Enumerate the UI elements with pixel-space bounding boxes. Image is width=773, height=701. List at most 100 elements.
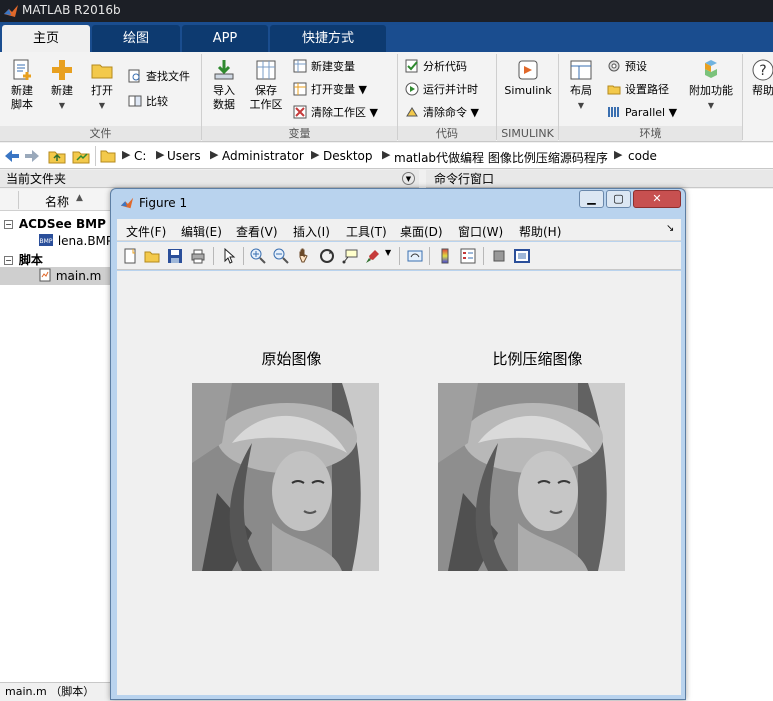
up-folder-icon[interactable]: [48, 148, 66, 164]
menu-desktop[interactable]: 桌面(D): [400, 223, 443, 240]
breadcrumb-item[interactable]: Administrator: [222, 149, 304, 163]
new-variable-button[interactable]: 新建变量: [293, 58, 355, 76]
zoom-out-icon[interactable]: [273, 248, 289, 264]
file-item-main[interactable]: main.m: [0, 267, 111, 285]
save-icon[interactable]: [167, 248, 183, 264]
current-folder-pane: 名称 ▲ − ACDSee BMP 图 BMP lena.BMP − 脚本 ma…: [0, 189, 122, 682]
pointer-icon[interactable]: [221, 248, 237, 264]
tab-bar: 主页 绘图 APP 快捷方式: [0, 22, 773, 52]
colorbar-icon[interactable]: [437, 248, 453, 264]
chevron-down-icon: ▼: [707, 101, 715, 110]
breadcrumb-item[interactable]: C:: [134, 149, 146, 163]
clear-commands-icon: [406, 107, 418, 117]
dock-arrow-icon[interactable]: ↘: [666, 223, 674, 234]
gear-icon: [608, 60, 620, 72]
chevron-down-icon: ▼: [98, 101, 106, 110]
add-ons-icon: [705, 60, 717, 78]
clear-commands-button[interactable]: 清除命令 ▼: [405, 104, 479, 122]
preferences-button[interactable]: 预设: [607, 58, 647, 76]
compare-button[interactable]: 比较: [128, 93, 168, 111]
close-button[interactable]: ✕: [633, 190, 681, 208]
tab-home[interactable]: 主页: [2, 25, 90, 52]
maximize-button[interactable]: ▢: [606, 190, 631, 208]
minimize-button[interactable]: ▁: [579, 190, 604, 208]
chevron-down-icon[interactable]: ▼: [385, 248, 391, 257]
set-path-button[interactable]: 设置路径: [607, 81, 669, 99]
chevron-down-icon: ▼: [470, 106, 479, 119]
open-variable-button[interactable]: 打开变量 ▼: [293, 81, 367, 99]
breadcrumb-separator-icon: ▶: [614, 148, 623, 161]
left-axes-title: 原始图像: [261, 350, 322, 368]
hide-plot-tools-icon[interactable]: [491, 248, 507, 264]
new-button[interactable]: 新建 ▼: [44, 58, 80, 113]
tree-group-scripts[interactable]: − 脚本: [4, 251, 43, 268]
import-icon: [214, 60, 234, 80]
chevron-down-icon: ▼: [577, 101, 585, 110]
import-data-button[interactable]: 导入 数据: [206, 58, 242, 112]
new-figure-icon[interactable]: [122, 248, 138, 264]
help-button[interactable]: ? 帮助: [748, 58, 773, 98]
menu-insert[interactable]: 插入(I): [293, 223, 330, 240]
breadcrumb-item[interactable]: code: [628, 149, 657, 163]
zoom-in-icon[interactable]: [250, 248, 266, 264]
open-file-icon[interactable]: [144, 248, 160, 264]
breadcrumb-item[interactable]: matlab代做编程 图像比例压缩源码程序: [394, 149, 608, 166]
breadcrumb-item[interactable]: Users: [167, 149, 201, 163]
figure-title: Figure 1: [139, 196, 188, 210]
layout-button[interactable]: 布局 ▼: [563, 58, 599, 113]
original-image: [192, 383, 379, 571]
file-item-lena[interactable]: BMP lena.BMP: [38, 233, 113, 248]
find-files-button[interactable]: 查找文件: [128, 68, 190, 86]
clear-workspace-button[interactable]: 清除工作区 ▼: [293, 104, 378, 122]
tab-shortcuts[interactable]: 快捷方式: [270, 25, 386, 52]
show-plot-tools-icon[interactable]: [514, 248, 530, 264]
link-plot-icon[interactable]: [407, 248, 423, 264]
run-and-time-button[interactable]: 运行并计时: [405, 81, 478, 99]
menu-edit[interactable]: 编辑(E): [181, 223, 222, 240]
collapse-icon[interactable]: −: [4, 256, 13, 265]
open-button[interactable]: 打开 ▼: [84, 58, 120, 113]
brush-icon[interactable]: [365, 248, 381, 264]
menu-help[interactable]: 帮助(H): [519, 223, 561, 240]
menu-file[interactable]: 文件(F): [126, 223, 166, 240]
run-and-time-icon: [405, 82, 419, 96]
pan-hand-icon[interactable]: [296, 248, 312, 264]
simulink-button[interactable]: Simulink: [502, 58, 554, 98]
svg-text:BMP: BMP: [40, 238, 53, 245]
forward-arrow-icon[interactable]: [24, 149, 40, 163]
clear-workspace-icon: [293, 105, 307, 119]
plus-icon: [52, 60, 72, 80]
legend-icon[interactable]: [460, 248, 476, 264]
file-list-header: 名称 ▲: [0, 189, 111, 211]
chevron-down-icon: ▼: [58, 101, 66, 110]
name-column-header[interactable]: 名称: [45, 193, 69, 210]
analyze-code-icon: [405, 59, 418, 73]
breadcrumb-separator-icon: ▶: [382, 148, 391, 161]
rotate-3d-icon[interactable]: [319, 248, 335, 264]
figure-canvas[interactable]: 原始图像 比例压缩图像: [117, 271, 681, 695]
menu-window[interactable]: 窗口(W): [458, 223, 503, 240]
browse-folder-icon[interactable]: [72, 148, 90, 164]
save-workspace-button[interactable]: 保存 工作区: [246, 58, 286, 112]
breadcrumb-item[interactable]: Desktop: [323, 149, 373, 163]
menu-view[interactable]: 查看(V): [236, 223, 278, 240]
tree-group-bmp[interactable]: − ACDSee BMP 图: [4, 215, 122, 232]
ribbon: 新建 脚本 新建 ▼ 打开 ▼ 查找文件 比较 导入 数据 保存 工作区 新建变量 …: [0, 52, 773, 142]
print-icon[interactable]: [190, 248, 206, 264]
figure-window[interactable]: Figure 1 ▁ ▢ ✕ 文件(F) 编辑(E) 查看(V) 插入(I) 工…: [110, 188, 686, 700]
portrait-image-right: [438, 383, 625, 571]
data-cursor-icon[interactable]: [342, 248, 358, 264]
analyze-code-button[interactable]: 分析代码: [405, 58, 467, 76]
command-window-pane[interactable]: [686, 189, 773, 701]
current-folder-header: 当前文件夹 ▼: [0, 170, 419, 188]
new-script-button[interactable]: 新建 脚本: [4, 58, 40, 112]
tab-apps[interactable]: APP: [182, 25, 268, 52]
panel-menu-icon[interactable]: ▼: [402, 172, 415, 185]
add-ons-button[interactable]: 附加功能 ▼: [686, 58, 736, 113]
collapse-icon[interactable]: −: [4, 220, 13, 229]
back-arrow-icon[interactable]: [4, 149, 20, 163]
menu-tools[interactable]: 工具(T): [346, 223, 387, 240]
parallel-button[interactable]: Parallel ▼: [607, 104, 677, 122]
breadcrumb-separator-icon: ▶: [210, 148, 219, 161]
tab-plots[interactable]: 绘图: [92, 25, 180, 52]
